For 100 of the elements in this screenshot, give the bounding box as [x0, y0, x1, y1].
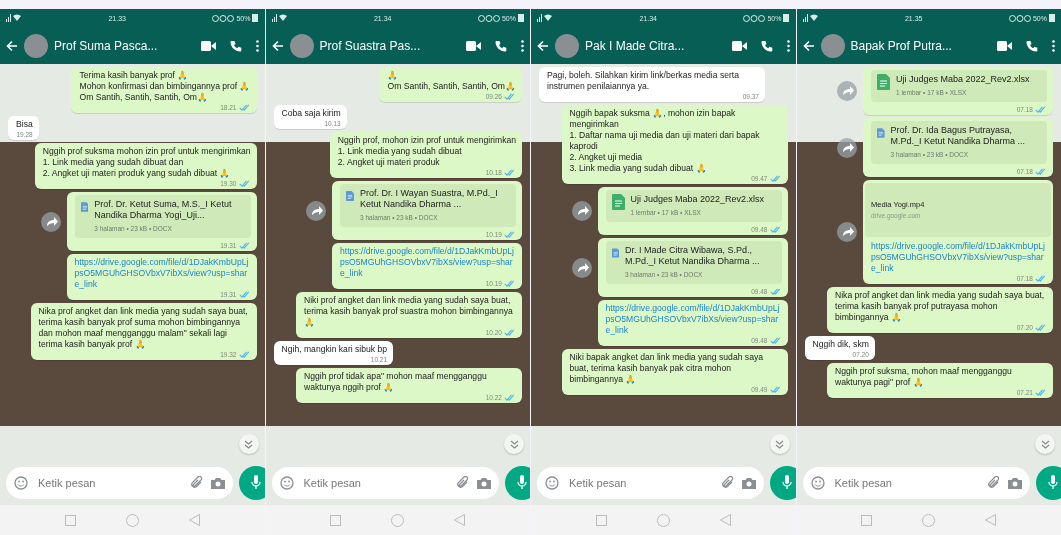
message-text: Nggih prof suksma mohon izin prof untuk mengirimkan 1. Link media yang sudah dibuat dan 2. Angket uji materi produk yang sudah dibuat 🙏: [42, 146, 251, 179]
phone-icon[interactable]: [1026, 39, 1038, 52]
recent-apps-icon[interactable]: [595, 514, 607, 526]
emoji-icon[interactable]: [810, 475, 825, 490]
document-icon: [346, 188, 355, 204]
forward-icon[interactable]: [40, 211, 61, 232]
contact-name[interactable]: Bapak Prof Putra...: [850, 38, 991, 53]
microphone-button[interactable]: [239, 465, 265, 500]
status-icons: [1008, 14, 1031, 22]
menu-icon[interactable]: [786, 39, 790, 52]
double-chevron-icon: [509, 439, 519, 449]
back-arrow-icon[interactable]: [802, 39, 815, 52]
microphone-button[interactable]: [1035, 465, 1061, 500]
camera-icon[interactable]: [211, 476, 225, 489]
recent-apps-icon[interactable]: [861, 514, 873, 526]
back-arrow-icon[interactable]: [537, 39, 549, 52]
message-input[interactable]: Ketik pesan: [301, 475, 448, 490]
document-icon: [877, 125, 885, 141]
video-call-icon[interactable]: [466, 40, 481, 51]
message-field[interactable]: Ketik pesan: [537, 466, 764, 499]
camera-icon[interactable]: [742, 476, 756, 489]
message-input[interactable]: Ketik pesan: [36, 475, 182, 490]
camera-icon[interactable]: [1007, 476, 1022, 489]
message-text: Nggih bapak suksma 🙏, mohon izin bapak mengirimkan 1. Daftar nama uji media dan uji materi dari bapak kaprodi 2. Angket uji media 3. Link media yang sudah dibuat 🙏: [569, 108, 761, 174]
scroll-down-button[interactable]: [504, 434, 524, 454]
menu-icon[interactable]: [1052, 39, 1055, 52]
signal-wifi-icon: [802, 14, 819, 22]
forward-icon[interactable]: [571, 201, 592, 221]
contact-name[interactable]: Pak I Made Citra...: [585, 38, 726, 53]
home-icon[interactable]: [656, 513, 670, 527]
video-call-icon[interactable]: [731, 40, 747, 51]
message-text: Bisa: [16, 119, 33, 130]
back-icon[interactable]: [188, 514, 200, 526]
forward-icon[interactable]: [306, 200, 326, 221]
avatar[interactable]: [820, 33, 845, 58]
phone-icon[interactable]: [495, 39, 507, 52]
avatar[interactable]: [24, 33, 48, 58]
file-name: Dr. I Made Citra Wibawa, S.Pd., M.Pd._I Ketut Nandika Dharma ...: [624, 245, 761, 267]
microphone-icon: [1047, 475, 1058, 490]
camera-icon[interactable]: [476, 476, 491, 489]
message-field[interactable]: Ketik pesan: [6, 466, 233, 499]
message-text: Nika prof angket dan link media yang sudah saya buat, terima kasih banyak prof putrayasa mohon bimbingannya 🙏: [835, 290, 1046, 323]
home-icon[interactable]: [922, 513, 936, 527]
back-arrow-icon[interactable]: [271, 39, 284, 52]
microphone-button[interactable]: [504, 465, 530, 500]
phone-icon[interactable]: [229, 39, 242, 52]
recent-apps-icon[interactable]: [330, 514, 342, 526]
paperclip-icon[interactable]: [455, 475, 469, 490]
signal-wifi-icon: [537, 14, 553, 22]
file-name: Prof. Dr. Ida Bagus Putrayasa, M.Pd._I Ketut Nandika Dharma ...: [890, 125, 1027, 147]
recent-apps-icon[interactable]: [64, 514, 76, 526]
menu-icon[interactable]: [521, 39, 524, 52]
emoji-icon[interactable]: [279, 475, 294, 490]
back-arrow-icon[interactable]: [6, 39, 18, 52]
avatar[interactable]: [289, 33, 314, 58]
paperclip-icon[interactable]: [721, 475, 734, 490]
avatar[interactable]: [555, 33, 579, 58]
contact-name[interactable]: Prof Suma Pasca...: [54, 38, 195, 53]
signal-wifi-icon: [271, 14, 288, 22]
back-icon[interactable]: [719, 514, 731, 526]
battery-icon: [252, 14, 259, 22]
link[interactable]: https://drive.google.com/file/d/1DJakKmbUpLjpsO5MGUhGHSOVbxV7ibXs/view?usp=share_link: [871, 241, 1047, 274]
emoji-icon[interactable]: [545, 475, 559, 490]
message-text: Nggih prof tidak apa" mohon maaf mengganggu waktunya nggih prof 🙏: [304, 371, 488, 393]
message-text: Coba saja kirim: [281, 108, 341, 119]
link[interactable]: https://drive.google.com/file/d/1DJakKmbUpLjpsO5MGUhGHSOVbxV7ibXs/view?usp=share_link: [340, 246, 516, 279]
link[interactable]: https://drive.google.com/file/d/1DJakKmbUpLjpsO5MGUhGHSOVbxV7ibXs/view?usp=share_link: [74, 257, 251, 290]
home-icon[interactable]: [125, 513, 139, 527]
home-icon[interactable]: [391, 513, 405, 527]
forward-icon[interactable]: [571, 257, 592, 278]
video-call-icon[interactable]: [997, 40, 1012, 51]
status-icons: [212, 14, 235, 22]
paperclip-icon[interactable]: [190, 475, 203, 490]
microphone-button[interactable]: [770, 465, 796, 500]
forward-icon[interactable]: [837, 222, 857, 242]
back-icon[interactable]: [985, 514, 997, 526]
message-input[interactable]: Ketik pesan: [832, 475, 979, 490]
scroll-down-button[interactable]: [769, 434, 790, 454]
back-icon[interactable]: [454, 514, 466, 526]
forward-icon[interactable]: [837, 137, 857, 158]
signal-wifi-icon: [6, 14, 22, 22]
menu-icon[interactable]: [255, 39, 259, 52]
phone-icon[interactable]: [760, 39, 773, 52]
message-field[interactable]: Ketik pesan: [271, 466, 499, 499]
message-text: Nggih dik, skm: [812, 339, 869, 350]
file-name: Prof. Dr. I Wayan Suastra, M.Pd._I Ketut Nandika Dharma ...: [360, 188, 499, 210]
message-field[interactable]: Ketik pesan: [802, 466, 1030, 499]
message-text: Nika prof angket dan link media yang sudah saya buat, terima kasih banyak prof suma mohon bimbingannya dan mohon maaf mengganggu malam" sekali lagi terima kasih banyak prof 🙏: [38, 306, 249, 350]
video-call-icon[interactable]: [200, 40, 216, 51]
message-text: 🙏 Om Santih, Santih, Santih, Om🙏: [387, 70, 516, 92]
paperclip-icon[interactable]: [986, 475, 1000, 490]
microphone-icon: [516, 475, 527, 490]
emoji-icon[interactable]: [14, 475, 28, 490]
link[interactable]: https://drive.google.com/file/d/1DJakKmbUpLjpsO5MGUhGHSOVbxV7ibXs/view?usp=share_link: [605, 303, 782, 336]
scroll-down-button[interactable]: [1035, 434, 1055, 454]
message-input[interactable]: Ketik pesan: [567, 475, 713, 490]
contact-name[interactable]: Prof Suastra Pas...: [319, 38, 460, 53]
scroll-down-button[interactable]: [238, 434, 259, 454]
status-icons: [743, 14, 766, 22]
message-text: Terima kasih banyak prof 🙏 Mohon konfirmasi dan bimbingannya prof 🙏 Om Santih, Santih, Santih, Om🙏: [79, 70, 251, 103]
